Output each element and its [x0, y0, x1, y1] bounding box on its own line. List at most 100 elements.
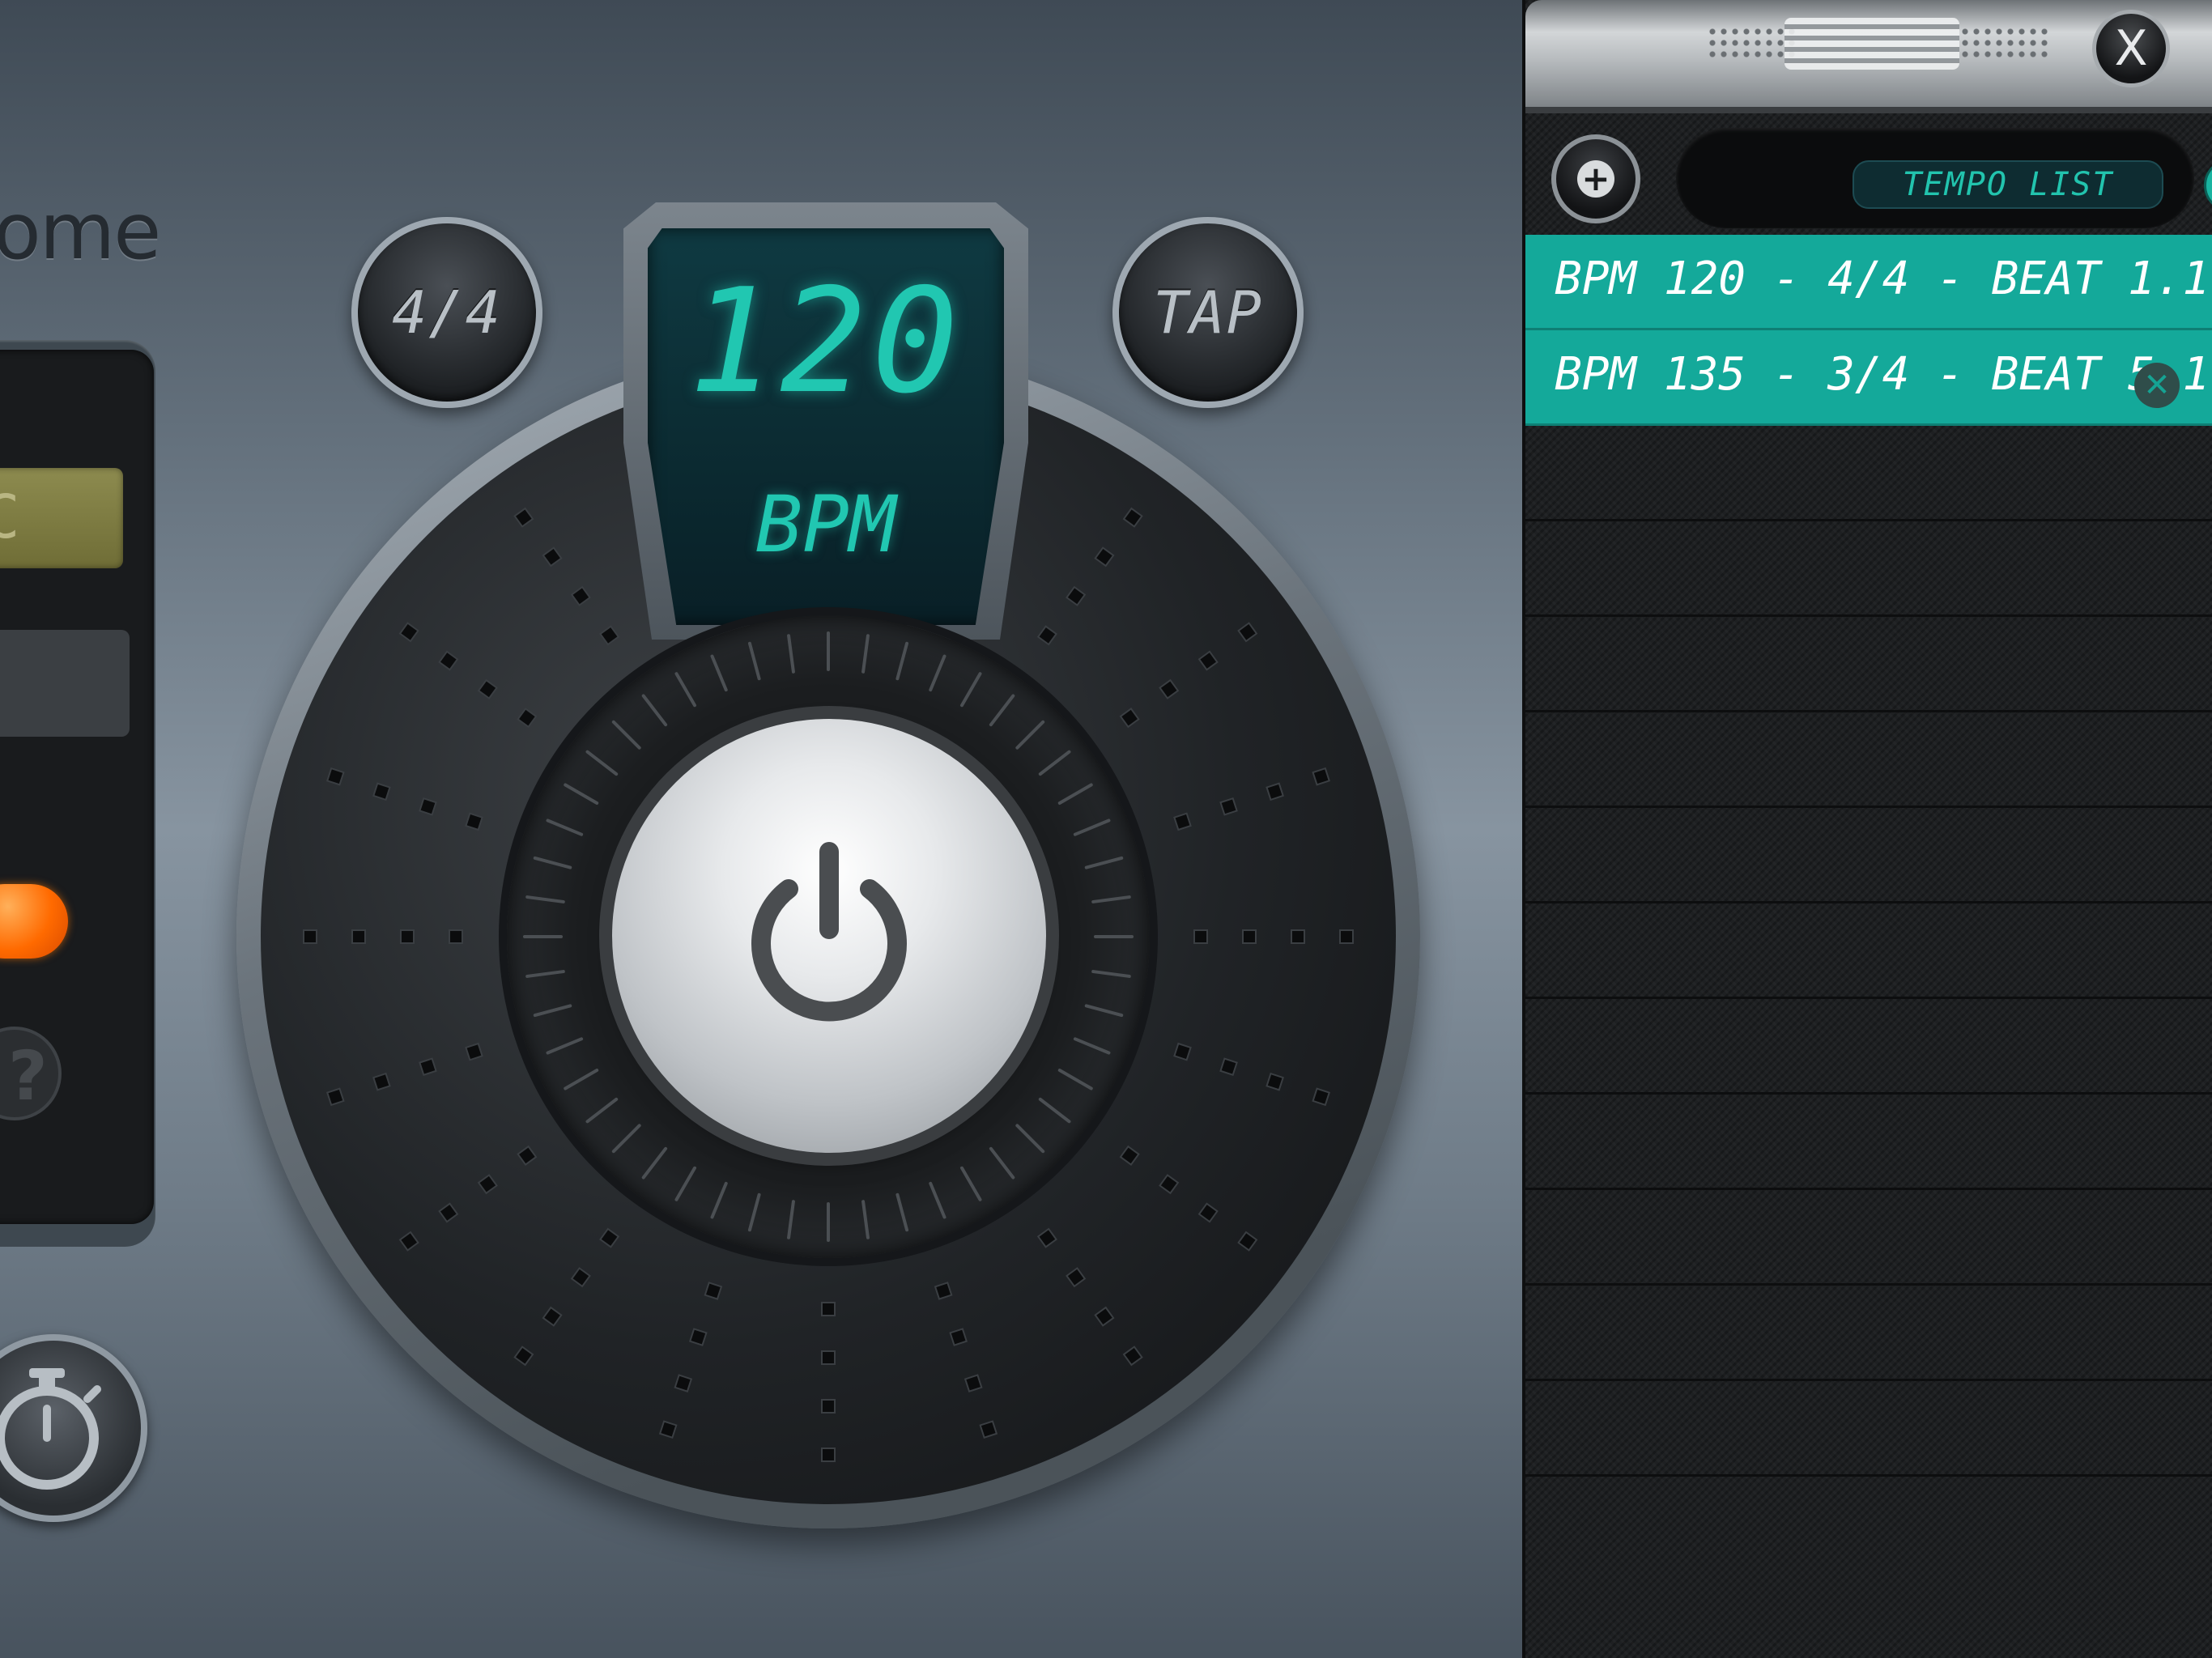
dial-tick — [1312, 767, 1331, 786]
metronome-main-panel: ome C ? 4/4 TAP 120 BPM — [0, 0, 1522, 1658]
ring-notch — [747, 641, 761, 681]
dial-tick — [674, 1374, 693, 1392]
dial-tick — [1193, 929, 1208, 944]
ring-notch — [585, 1097, 619, 1124]
drag-handle[interactable] — [1784, 18, 1959, 70]
ring-notch — [787, 1200, 795, 1239]
tempo-list-title-box: TEMPO LIST — [1853, 160, 2163, 209]
ring-notch — [895, 1192, 909, 1232]
dial-tick — [477, 678, 498, 699]
empty-list-row — [1525, 1190, 2212, 1286]
dial-tick — [658, 1420, 678, 1439]
dial-tick — [351, 929, 366, 944]
ring-notch — [611, 1124, 641, 1154]
dial-tick — [419, 797, 437, 816]
dial-tick — [1094, 1306, 1115, 1327]
power-button[interactable] — [612, 719, 1046, 1153]
ring-notch — [641, 1146, 668, 1180]
question-mark-icon: ? — [8, 1036, 48, 1116]
tempo-item-label: BPM 120 - 4/4 - BEAT 1.1.0 — [1555, 253, 2212, 305]
dial-tick — [704, 1282, 723, 1300]
dial-tick — [821, 1350, 836, 1365]
dial-tick — [1266, 782, 1284, 801]
dial-tick — [1242, 929, 1257, 944]
power-icon — [751, 842, 907, 1022]
ring-notch — [1091, 970, 1131, 978]
dial-tick — [821, 1448, 836, 1462]
dial-tick — [1291, 929, 1305, 944]
ring-notch — [710, 1181, 728, 1219]
ring-notch — [861, 1200, 870, 1239]
dial-tick — [963, 1374, 983, 1392]
app-title: ome — [0, 186, 161, 277]
ring-notch — [1073, 1037, 1111, 1055]
ring-notch — [585, 750, 619, 776]
empty-list-row — [1525, 1381, 2212, 1477]
tempo-list-panel: X + TEMPO LIST ON BPM 120 - 4/4 - BEAT 1… — [1522, 0, 2212, 1658]
ring-notch — [1084, 856, 1124, 869]
tempo-list-title: TEMPO LIST — [1902, 166, 2114, 203]
ring-notch — [564, 783, 599, 805]
dial-tick — [979, 1420, 998, 1439]
dial-tick — [1339, 929, 1354, 944]
dial-tick — [1173, 1042, 1192, 1061]
bpm-unit-label: BPM — [755, 479, 896, 570]
empty-list-row — [1525, 808, 2212, 903]
dial-tick — [1066, 1267, 1087, 1288]
dial-tick — [1159, 1174, 1180, 1195]
ring-notch — [674, 672, 696, 708]
ring-notch — [710, 654, 728, 692]
dial-tick — [688, 1328, 708, 1346]
dial-tick — [1219, 1057, 1238, 1077]
ring-notch — [546, 818, 584, 836]
stopwatch-icon — [0, 1368, 101, 1490]
grip-dots — [1707, 26, 1796, 62]
dial-tick — [1237, 622, 1258, 643]
dial-tick — [513, 1346, 534, 1367]
dial-tick — [1173, 812, 1192, 831]
dial-tick — [465, 812, 483, 831]
dial-tick — [570, 585, 591, 606]
ring-notch — [525, 895, 565, 903]
dial-tick — [325, 1087, 345, 1107]
ring-notch — [747, 1192, 761, 1232]
ring-notch — [1057, 1069, 1093, 1090]
dial-tick — [1122, 507, 1143, 528]
dial-tick — [949, 1328, 968, 1346]
dial-tick — [400, 929, 415, 944]
dial-tick — [1159, 678, 1180, 699]
dial-tick — [303, 929, 317, 944]
delete-icon[interactable]: ✕ — [2134, 363, 2180, 408]
timer-button[interactable] — [0, 1334, 147, 1522]
dial-tick — [1122, 1346, 1143, 1367]
bpm-value: 120 — [688, 257, 963, 425]
dial-tick — [449, 929, 463, 944]
dial-tick — [1219, 797, 1238, 816]
dial-tick — [513, 507, 534, 528]
lcd-screen[interactable]: C — [0, 468, 123, 568]
dial-tick — [465, 1042, 483, 1061]
ring-notch — [641, 694, 668, 727]
dial-tick — [821, 1399, 836, 1414]
close-button[interactable]: X — [2092, 10, 2170, 87]
dial-tick — [438, 650, 459, 671]
add-tempo-button[interactable]: + — [1551, 134, 1640, 223]
ring-notch — [861, 634, 870, 674]
dial-tick — [398, 622, 419, 643]
ring-notch — [1091, 895, 1131, 903]
dial-tick — [934, 1282, 953, 1300]
empty-list-row — [1525, 999, 2212, 1095]
ring-notch — [525, 970, 565, 978]
dial-tick — [821, 1302, 836, 1316]
dial-tick — [372, 1072, 391, 1091]
tempo-list-toggle[interactable]: ON — [2204, 159, 2212, 212]
ring-notch — [787, 634, 795, 674]
tempo-list-item[interactable]: BPM 120 - 4/4 - BEAT 1.1.0 — [1525, 235, 2212, 330]
ring-notch — [1015, 720, 1045, 750]
dial-tick — [542, 1306, 563, 1327]
ring-notch — [1038, 1097, 1071, 1124]
tempo-list-item[interactable]: BPM 135 - 3/4 - BEAT 5.1.0 ✕ — [1525, 330, 2212, 426]
ring-notch — [929, 654, 946, 692]
dial-tick — [1066, 585, 1087, 606]
empty-list-row — [1525, 1095, 2212, 1190]
